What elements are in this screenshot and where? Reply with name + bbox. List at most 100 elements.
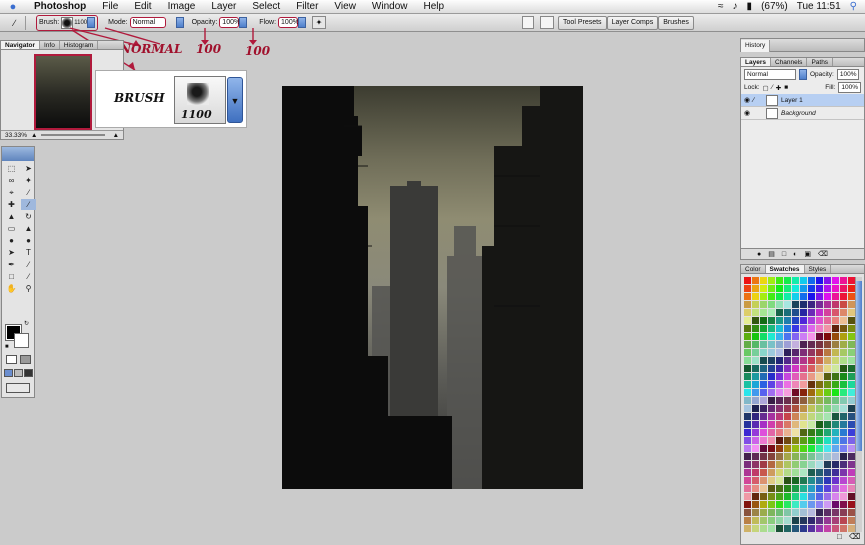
swatch[interactable] [784, 525, 792, 532]
swatch[interactable] [816, 349, 824, 357]
history-tab[interactable]: History [741, 40, 771, 52]
swatch[interactable] [808, 421, 816, 429]
swatch[interactable] [816, 469, 824, 477]
tab-color[interactable]: Color [741, 265, 766, 273]
swatch[interactable] [832, 333, 840, 341]
swatch[interactable] [800, 341, 808, 349]
swatch[interactable] [832, 517, 840, 525]
swatch[interactable] [744, 309, 752, 317]
swatch[interactable] [784, 461, 792, 469]
swatch[interactable] [832, 445, 840, 453]
swatch[interactable] [800, 453, 808, 461]
swatch[interactable] [760, 341, 768, 349]
tab-navigator[interactable]: Navigator [1, 41, 40, 49]
swatch[interactable] [752, 485, 760, 493]
swatch[interactable] [800, 437, 808, 445]
swatch[interactable] [760, 285, 768, 293]
swatch[interactable] [768, 357, 776, 365]
swatch[interactable] [776, 517, 784, 525]
swatch[interactable] [824, 469, 832, 477]
zoom-value[interactable]: 33.33% [5, 132, 27, 139]
tab-layers[interactable]: Layers [741, 58, 771, 66]
swatch[interactable] [744, 413, 752, 421]
swatch[interactable] [768, 461, 776, 469]
swatch[interactable] [752, 445, 760, 453]
swatch[interactable] [824, 405, 832, 413]
swatch[interactable] [776, 341, 784, 349]
swatch[interactable] [784, 357, 792, 365]
swatch[interactable] [744, 445, 752, 453]
swatch[interactable] [824, 477, 832, 485]
swatch[interactable] [768, 317, 776, 325]
swatch[interactable] [832, 477, 840, 485]
swatch[interactable] [792, 341, 800, 349]
swatch[interactable] [840, 325, 848, 333]
move-tool-icon[interactable]: ➤ [21, 163, 36, 174]
swatch[interactable] [760, 293, 768, 301]
swatch[interactable] [784, 309, 792, 317]
swatch[interactable] [824, 421, 832, 429]
swatch[interactable] [800, 477, 808, 485]
brush-tool-icon[interactable]: ∕ [21, 199, 36, 210]
swatch[interactable] [816, 413, 824, 421]
swatch[interactable] [752, 349, 760, 357]
layer-opacity-field[interactable]: 100% [836, 68, 860, 80]
swatch[interactable] [800, 365, 808, 373]
swatch[interactable] [816, 517, 824, 525]
swatch[interactable] [808, 453, 816, 461]
swatch[interactable] [784, 509, 792, 517]
swatch[interactable] [808, 469, 816, 477]
swatch[interactable] [800, 301, 808, 309]
swatch[interactable] [760, 517, 768, 525]
swatch[interactable] [752, 397, 760, 405]
swatch[interactable] [824, 325, 832, 333]
swatch[interactable] [792, 421, 800, 429]
swatch[interactable] [800, 349, 808, 357]
swatch[interactable] [800, 501, 808, 509]
swatch[interactable] [752, 285, 760, 293]
swatch[interactable] [744, 325, 752, 333]
swatch[interactable] [824, 445, 832, 453]
swatch[interactable] [776, 469, 784, 477]
swatch[interactable] [816, 357, 824, 365]
swatch[interactable] [824, 333, 832, 341]
swatch[interactable] [768, 325, 776, 333]
swatch[interactable] [752, 389, 760, 397]
swatch[interactable] [816, 365, 824, 373]
swatch[interactable] [808, 333, 816, 341]
swatch[interactable] [776, 413, 784, 421]
swatch[interactable] [800, 469, 808, 477]
notes-tool-icon[interactable]: □ [4, 271, 19, 282]
swatch[interactable] [744, 301, 752, 309]
swatch[interactable] [800, 357, 808, 365]
swatch[interactable] [776, 389, 784, 397]
swatch[interactable] [776, 317, 784, 325]
swatch[interactable] [840, 301, 848, 309]
swatch[interactable] [824, 397, 832, 405]
swatch[interactable] [824, 453, 832, 461]
swatch[interactable] [784, 301, 792, 309]
swatch[interactable] [744, 397, 752, 405]
swatch[interactable] [768, 453, 776, 461]
swatch[interactable] [744, 389, 752, 397]
swatch[interactable] [824, 501, 832, 509]
swatch[interactable] [752, 277, 760, 285]
eye-icon[interactable]: ◉ [741, 96, 753, 104]
swatch[interactable] [784, 469, 792, 477]
swatch[interactable] [768, 381, 776, 389]
swatch[interactable] [744, 485, 752, 493]
swatch[interactable] [752, 405, 760, 413]
swatch[interactable] [800, 397, 808, 405]
swatch[interactable] [808, 277, 816, 285]
swatch[interactable] [832, 373, 840, 381]
swatch[interactable] [760, 381, 768, 389]
swatch[interactable] [800, 333, 808, 341]
swatch[interactable] [744, 333, 752, 341]
swatch[interactable] [792, 493, 800, 501]
swatch[interactable] [768, 485, 776, 493]
swatch[interactable] [824, 493, 832, 501]
swatch[interactable] [776, 325, 784, 333]
swatch[interactable] [800, 429, 808, 437]
jump-to-imageready-icon[interactable] [6, 383, 30, 393]
swatch[interactable] [840, 501, 848, 509]
